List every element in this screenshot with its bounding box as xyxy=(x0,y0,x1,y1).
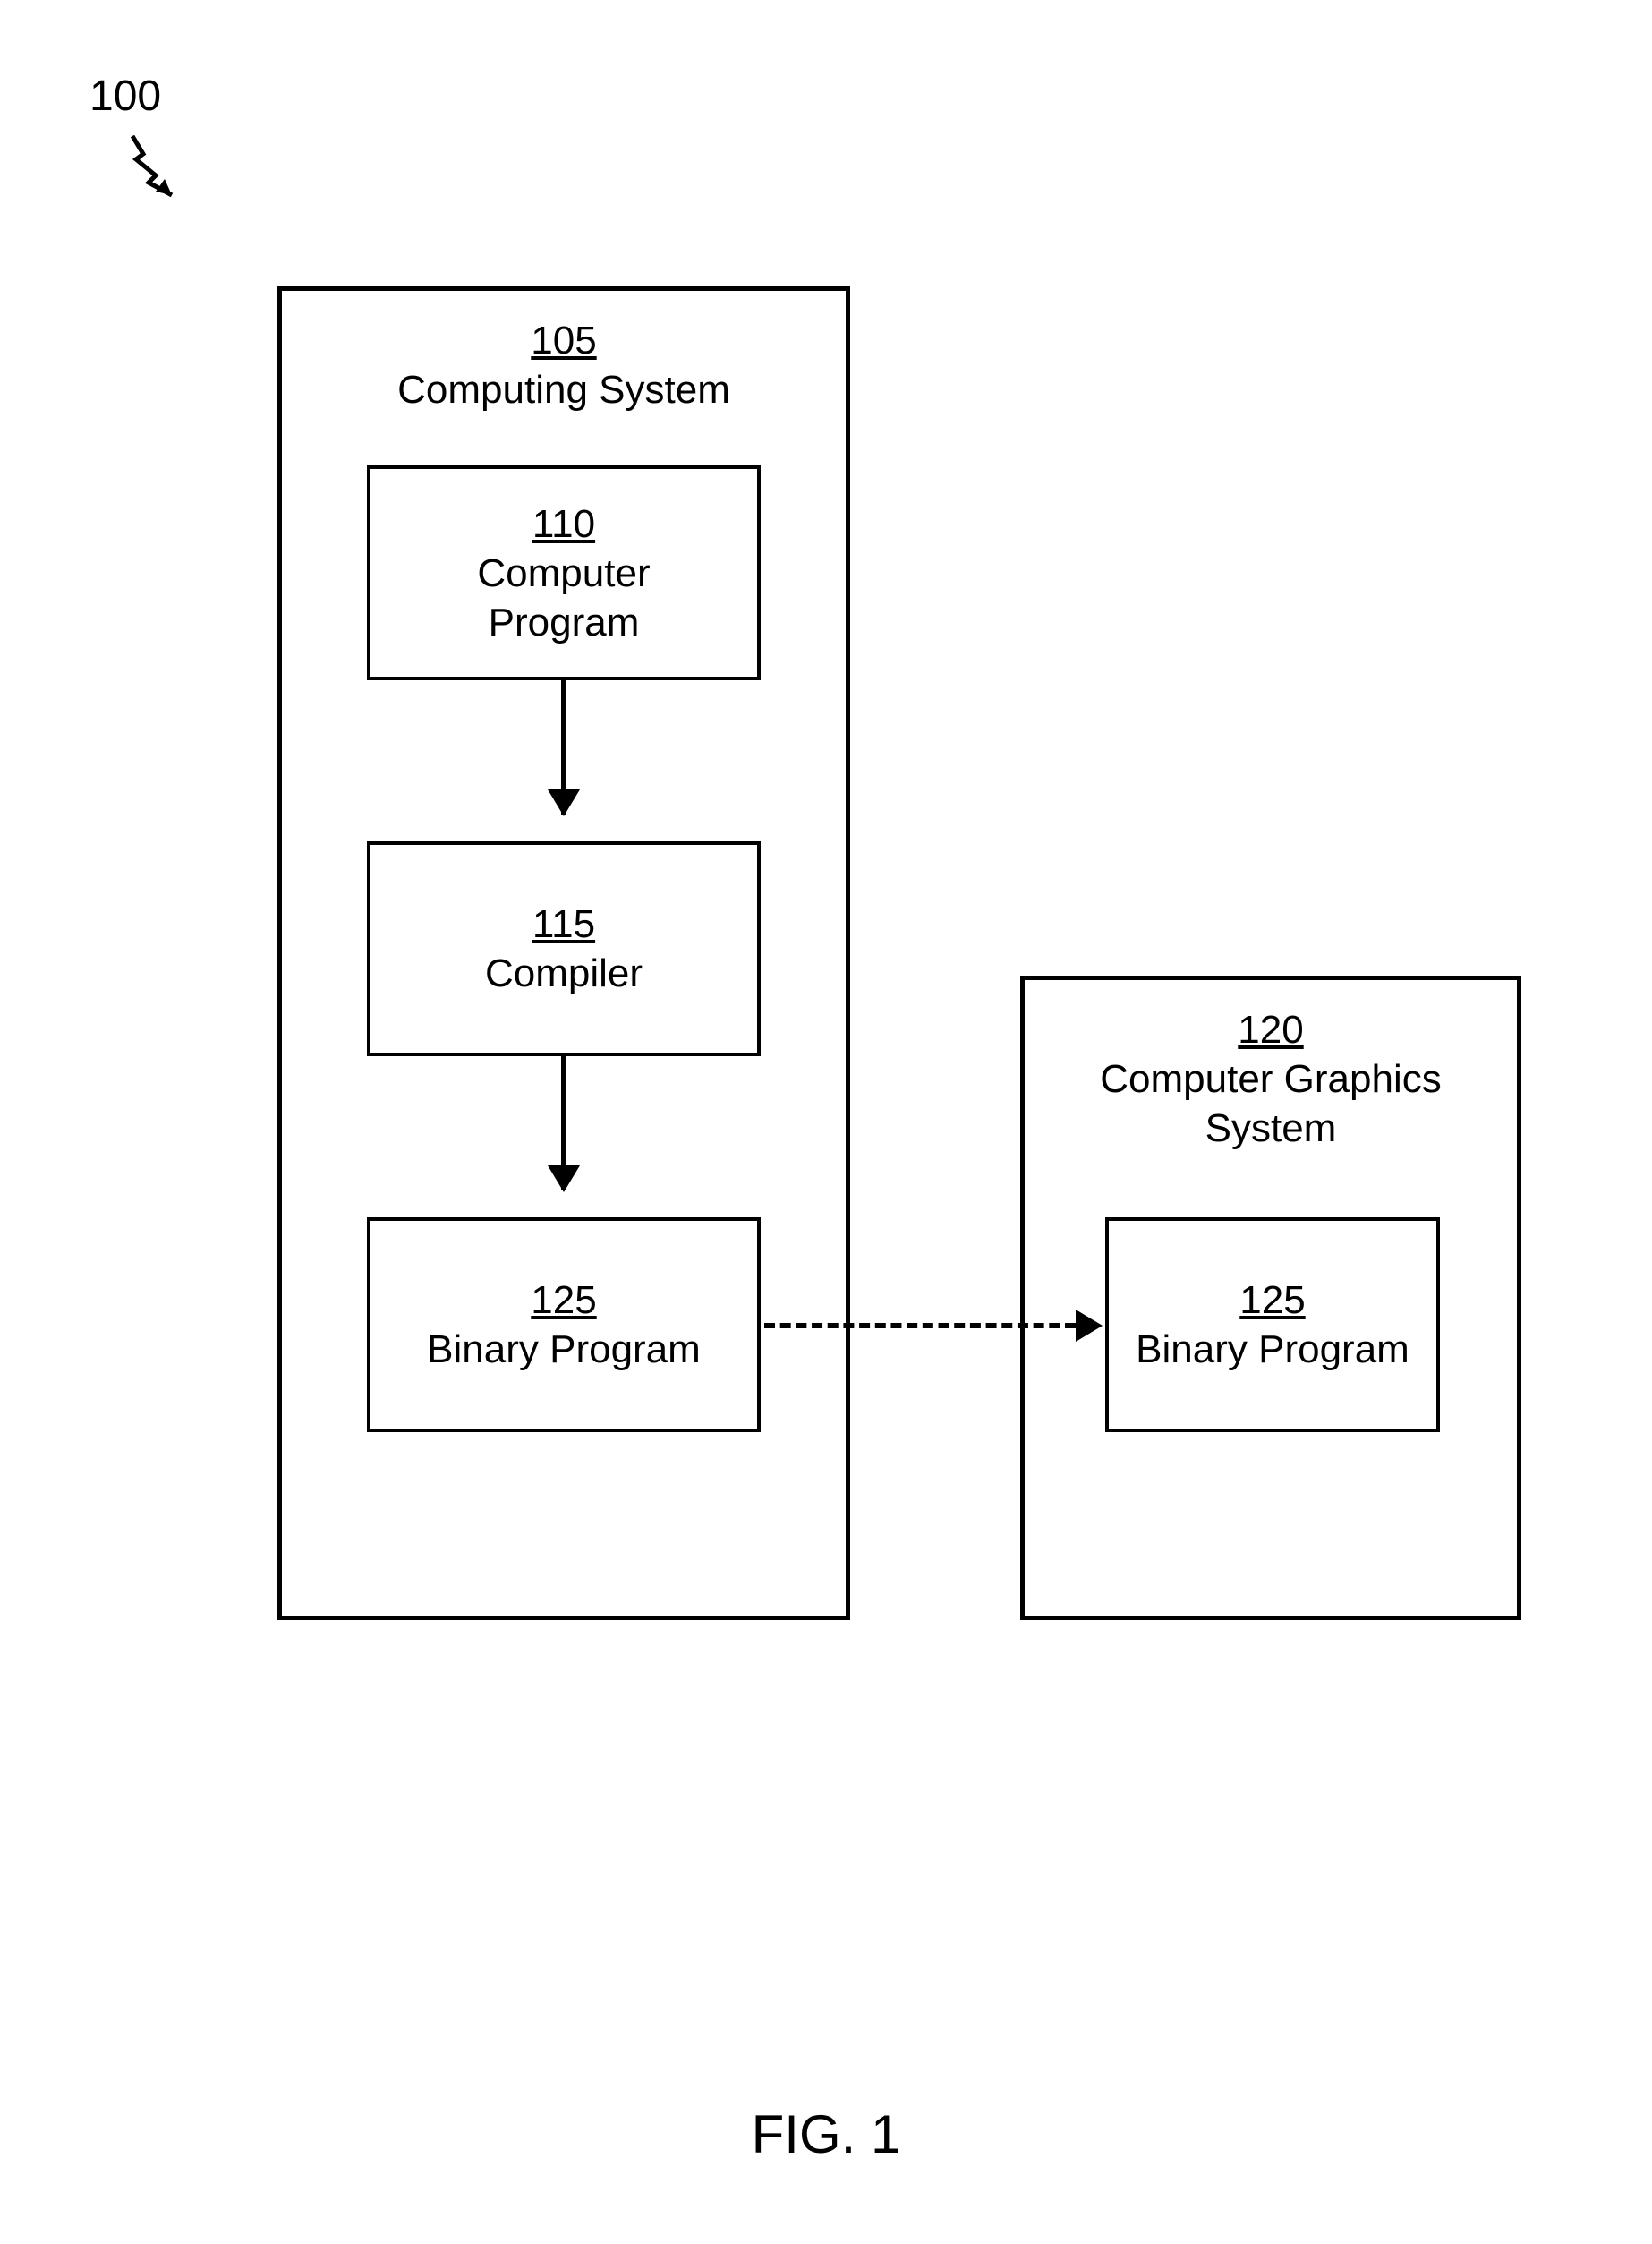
binary-program-right-number: 125 xyxy=(1239,1276,1305,1325)
computing-system-heading: 105 Computing System xyxy=(282,316,846,414)
binary-program-right-box: 125 Binary Program xyxy=(1105,1217,1440,1432)
binary-program-left-label: Binary Program xyxy=(427,1325,701,1374)
computer-program-label-line2: Program xyxy=(489,598,640,647)
binary-program-left-number: 125 xyxy=(531,1276,596,1325)
arrow-compiler-to-binary xyxy=(561,1056,566,1190)
binary-program-right-label: Binary Program xyxy=(1136,1325,1409,1374)
dashed-arrowhead-icon xyxy=(1076,1310,1103,1342)
graphics-system-heading: 120 Computer Graphics System xyxy=(1025,1005,1517,1153)
compiler-box: 115 Compiler xyxy=(367,841,761,1056)
figure-caption: FIG. 1 xyxy=(0,2103,1652,2165)
compiler-label: Compiler xyxy=(485,949,643,998)
diagram-page: 100 105 Computing System 120 Computer Gr… xyxy=(0,0,1652,2244)
computer-program-label-line1: Computer xyxy=(477,549,650,598)
computer-program-number: 110 xyxy=(532,499,595,549)
binary-program-left-box: 125 Binary Program xyxy=(367,1217,761,1432)
dashed-arrow-binary-transfer xyxy=(764,1323,1076,1328)
computing-system-label: Computing System xyxy=(397,365,730,414)
figure-reference-label: 100 xyxy=(89,72,161,121)
reference-arrow-icon xyxy=(129,132,192,204)
graphics-system-label-line2: System xyxy=(1205,1104,1337,1153)
computing-system-number: 105 xyxy=(531,316,596,365)
compiler-number: 115 xyxy=(532,900,595,949)
arrow-program-to-compiler xyxy=(561,680,566,815)
computer-program-box: 110 Computer Program xyxy=(367,465,761,680)
graphics-system-number: 120 xyxy=(1238,1005,1303,1054)
graphics-system-label-line1: Computer Graphics xyxy=(1100,1054,1441,1104)
